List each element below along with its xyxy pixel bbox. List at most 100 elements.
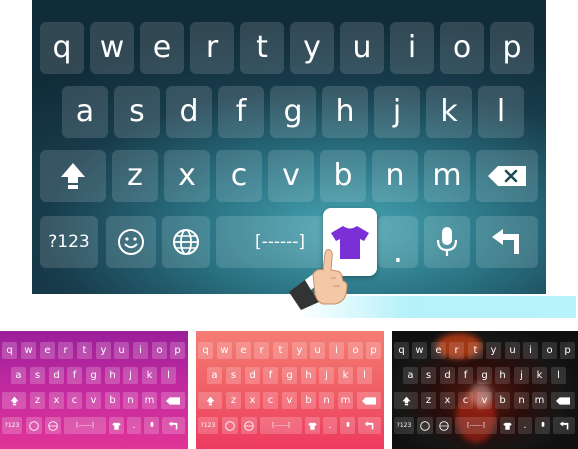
thumb-key: h	[105, 367, 120, 384]
enter-icon	[559, 421, 568, 430]
thumb-key: v	[86, 392, 101, 409]
thumb-key: l	[357, 367, 372, 384]
key-x[interactable]: x	[164, 150, 210, 202]
key-l[interactable]: l	[478, 86, 524, 138]
language-key[interactable]	[162, 216, 210, 268]
thumb-key: k	[532, 367, 547, 384]
thumb-key: h	[495, 367, 510, 384]
thumb-key: m	[142, 392, 157, 409]
thumb-key: v	[282, 392, 297, 409]
thumb-key: i	[523, 342, 538, 359]
thumb-key: n	[123, 392, 138, 409]
thumb-key: e	[40, 342, 55, 359]
theme-thumbnail-coral[interactable]: q w e r t y u i o p a s d f g h j k l z …	[196, 331, 384, 449]
thumb-key: j	[123, 367, 138, 384]
key-y[interactable]: y	[290, 22, 334, 74]
thumb-emoji-key	[26, 417, 42, 434]
thumb-key: k	[338, 367, 353, 384]
thumb-key: o	[152, 342, 167, 359]
thumb-key: g	[86, 367, 101, 384]
thumb-space-key: [------]	[455, 417, 497, 434]
emoji-key[interactable]	[106, 216, 156, 268]
backspace-key[interactable]	[476, 150, 538, 202]
thumb-key: l	[551, 367, 566, 384]
key-f[interactable]: f	[218, 86, 264, 138]
voice-key[interactable]	[424, 216, 470, 268]
smiley-icon	[118, 229, 144, 255]
thumb-key: f	[263, 367, 278, 384]
thumb-language-key	[45, 417, 61, 434]
thumb-language-key	[436, 417, 452, 434]
thumb-key: m	[532, 392, 547, 409]
thumb-key: s	[226, 367, 241, 384]
thumb-key: y	[96, 342, 111, 359]
smiley-icon	[225, 420, 235, 431]
thumb-key: r	[449, 342, 464, 359]
key-d[interactable]: d	[166, 86, 212, 138]
key-o[interactable]: o	[440, 22, 484, 74]
thumb-key: u	[310, 342, 325, 359]
key-j[interactable]: j	[374, 86, 420, 138]
key-b[interactable]: b	[320, 150, 366, 202]
thumb-key: r	[254, 342, 269, 359]
key-t[interactable]: t	[240, 22, 284, 74]
key-u[interactable]: u	[340, 22, 384, 74]
thumb-key: g	[282, 367, 297, 384]
enter-key[interactable]	[476, 216, 538, 268]
key-z[interactable]: z	[112, 150, 158, 202]
shift-key[interactable]	[40, 150, 106, 202]
thumb-symbols-key: ?123	[2, 417, 22, 434]
key-p[interactable]: p	[490, 22, 534, 74]
thumb-key: x	[49, 392, 64, 409]
thumb-key: d	[440, 367, 455, 384]
thumb-key: m	[338, 392, 353, 409]
thumb-key: s	[421, 367, 436, 384]
globe-icon	[439, 420, 449, 431]
key-e[interactable]: e	[140, 22, 184, 74]
key-k[interactable]: k	[426, 86, 472, 138]
thumb-shift-key	[198, 392, 222, 409]
key-s[interactable]: s	[114, 86, 160, 138]
thumb-enter-key	[162, 417, 185, 434]
thumb-key: c	[263, 392, 278, 409]
key-g[interactable]: g	[270, 86, 316, 138]
microphone-icon	[346, 421, 349, 427]
thumb-key: h	[301, 367, 316, 384]
key-m[interactable]: m	[424, 150, 470, 202]
thumb-key: q	[198, 342, 213, 359]
key-c[interactable]: c	[216, 150, 262, 202]
thumb-key: x	[245, 392, 260, 409]
theme-thumbnail-dark-fire[interactable]: q w e r t y u i o p a s d f g h j k l z …	[392, 331, 578, 449]
thumb-key: u	[505, 342, 520, 359]
key-n[interactable]: n	[372, 150, 418, 202]
thumb-voice-key	[340, 417, 355, 434]
thumb-key: d	[245, 367, 260, 384]
thumb-key: b	[105, 392, 120, 409]
thumb-key: l	[161, 367, 176, 384]
key-w[interactable]: w	[90, 22, 134, 74]
symbols-key[interactable]: ?123	[40, 216, 98, 268]
thumb-key: v	[477, 392, 492, 409]
thumb-shift-key	[394, 392, 418, 409]
key-i[interactable]: i	[390, 22, 434, 74]
thumb-key: j	[514, 367, 529, 384]
thumb-symbols-key: ?123	[198, 417, 218, 434]
shift-icon	[402, 396, 410, 405]
thumb-key: b	[495, 392, 510, 409]
thumb-period-key: .	[518, 417, 532, 434]
thumb-key: z	[226, 392, 241, 409]
thumb-key: y	[292, 342, 307, 359]
theme-thumbnail-purple[interactable]: q w e r t y u i o p a s d f g h j k l z …	[0, 331, 188, 449]
microphone-icon	[436, 227, 458, 256]
key-q[interactable]: q	[40, 22, 84, 74]
period-key[interactable]: .	[378, 216, 418, 268]
key-v[interactable]: v	[268, 150, 314, 202]
key-a[interactable]: a	[62, 86, 108, 138]
thumb-space-key: [------]	[260, 417, 302, 434]
thumb-key: n	[514, 392, 529, 409]
backspace-icon	[556, 396, 570, 405]
pointing-hand-icon	[289, 249, 348, 310]
microphone-icon	[150, 421, 153, 427]
key-h[interactable]: h	[322, 86, 368, 138]
key-r[interactable]: r	[190, 22, 234, 74]
